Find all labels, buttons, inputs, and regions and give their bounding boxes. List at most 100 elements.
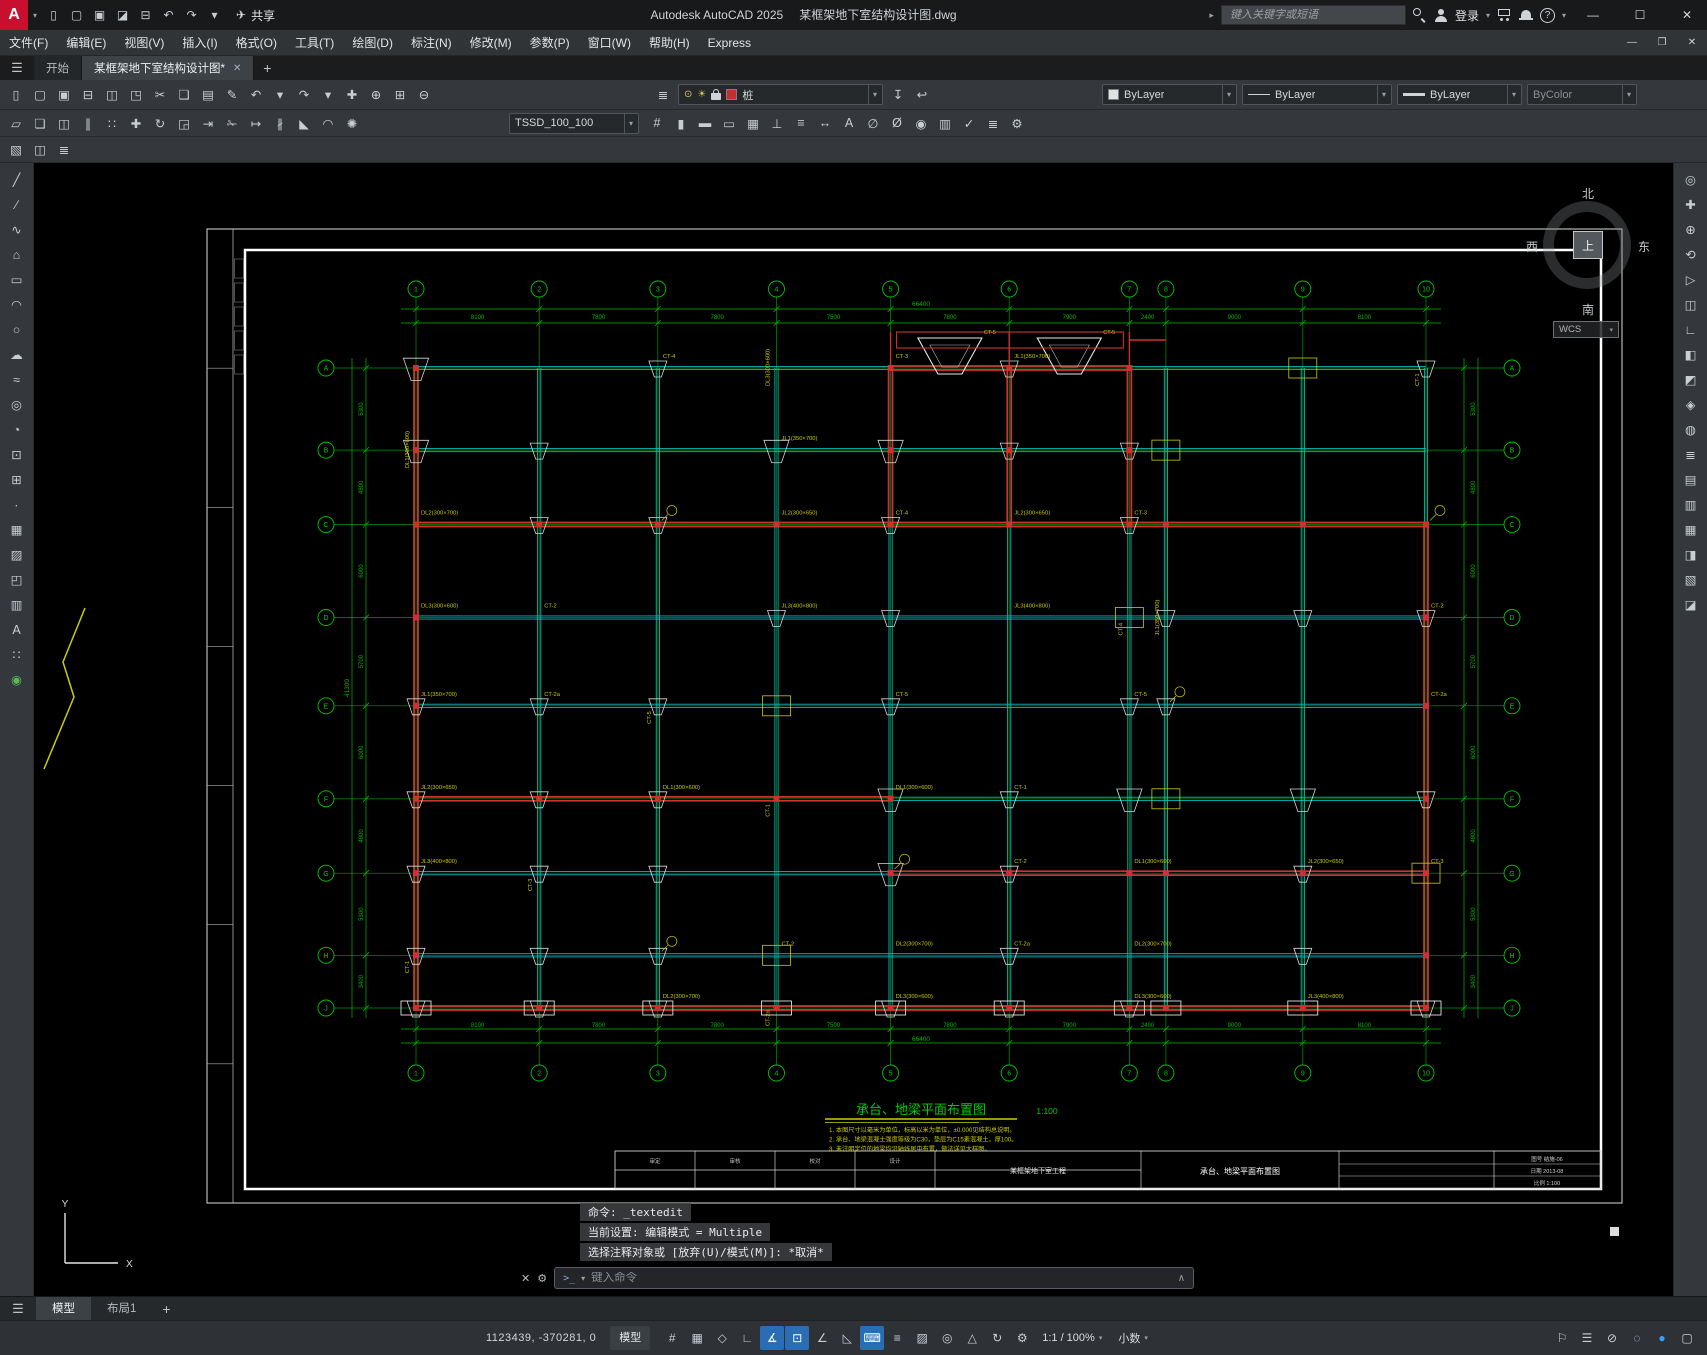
tssd-stair-tool-icon[interactable]: ≡: [789, 112, 813, 134]
menu-draw[interactable]: 绘图(D): [343, 30, 402, 56]
paste-icon[interactable]: ▤: [196, 84, 220, 106]
erase-icon[interactable]: ▱: [4, 112, 28, 134]
cart-icon[interactable]: [1497, 8, 1512, 22]
search-expand-icon[interactable]: ▸: [1209, 10, 1214, 21]
break-icon[interactable]: ∦: [268, 112, 292, 134]
render-panel-icon[interactable]: ◨: [1677, 542, 1705, 567]
mirror-icon[interactable]: ◫: [52, 112, 76, 134]
tssd-beam-tool-icon[interactable]: ▬: [693, 112, 717, 134]
command-customize-icon[interactable]: ⚙: [537, 1272, 547, 1285]
login-dropdown-icon[interactable]: ▾: [1486, 11, 1490, 20]
undo-dropdown-icon[interactable]: ▾: [268, 84, 292, 106]
full-navigation-wheel-icon[interactable]: ◎: [1677, 167, 1705, 192]
doc-close-button[interactable]: ✕: [1677, 30, 1707, 55]
save-file-icon[interactable]: ▣: [88, 4, 111, 26]
quick-properties-icon[interactable]: ☰: [1575, 1326, 1599, 1350]
plot-icon[interactable]: ⊟: [134, 4, 157, 26]
chevron-down-icon[interactable]: ▾: [1621, 85, 1631, 104]
tssd-detail-tool-icon[interactable]: ◉: [909, 112, 933, 134]
properties-panel-icon[interactable]: ▤: [1677, 467, 1705, 492]
offset-icon[interactable]: ∥: [76, 112, 100, 134]
rectangle-tool-icon[interactable]: ▭: [3, 267, 31, 292]
tssd-settings-tool-icon[interactable]: ⚙: [1005, 112, 1029, 134]
units-button[interactable]: 小数 ▾: [1110, 1330, 1156, 1346]
showmotion-icon[interactable]: ▷: [1677, 267, 1705, 292]
annotation-visibility-icon[interactable]: △: [960, 1326, 984, 1350]
explode-icon[interactable]: ✺: [340, 112, 364, 134]
qnew-icon[interactable]: ▯: [4, 84, 28, 106]
steering-wheel-icon[interactable]: ◍: [1677, 417, 1705, 442]
zoom-previous-icon[interactable]: ⊖: [412, 84, 436, 106]
array-icon[interactable]: ∷: [100, 112, 124, 134]
gradient-tool-icon[interactable]: ▨: [3, 542, 31, 567]
scale-icon[interactable]: ◲: [172, 112, 196, 134]
tssd-xref-icon[interactable]: ◫: [28, 139, 52, 161]
qat-dropdown-icon[interactable]: ▾: [203, 4, 226, 26]
menu-window[interactable]: 窗口(W): [579, 30, 640, 56]
navigation-compass[interactable]: 上 北 西 东 南 WCS ▾: [1526, 185, 1650, 343]
login-button[interactable]: 登录: [1455, 7, 1479, 24]
tssd-section-tool-icon[interactable]: Ø: [885, 112, 909, 134]
tssd-column-tool-icon[interactable]: ▮: [669, 112, 693, 134]
annotation-scale-button[interactable]: 1:1 / 100% ▾: [1034, 1332, 1110, 1344]
view-top-icon[interactable]: ◩: [1677, 367, 1705, 392]
make-object-layer-current-icon[interactable]: ↧: [886, 84, 910, 106]
share-button[interactable]: ✈ 共享: [236, 7, 275, 24]
compass-east-label[interactable]: 东: [1638, 238, 1650, 255]
ortho-mode-icon[interactable]: ∟: [735, 1326, 759, 1350]
line-tool-icon[interactable]: ╱: [3, 167, 31, 192]
tool-palettes-icon[interactable]: ▥: [1677, 492, 1705, 517]
wcs-dropdown[interactable]: WCS ▾: [1553, 321, 1619, 338]
tssd-foundation-tool-icon[interactable]: ⊥: [765, 112, 789, 134]
help-icon[interactable]: ?: [1539, 7, 1555, 23]
coordinates-display[interactable]: 1123439, -370281, 0: [486, 1332, 596, 1344]
menu-browser-icon[interactable]: ☰: [0, 56, 34, 80]
layer-lock-icon[interactable]: [711, 89, 722, 100]
app-menu-dropdown-icon[interactable]: ▾: [33, 11, 37, 20]
chevron-down-icon[interactable]: ▾: [1376, 85, 1386, 104]
compass-west-label[interactable]: 西: [1526, 238, 1538, 255]
save-icon[interactable]: ▣: [52, 84, 76, 106]
chamfer-icon[interactable]: ◣: [292, 112, 316, 134]
doc-minimize-button[interactable]: —: [1617, 30, 1647, 55]
extend-icon[interactable]: ↦: [244, 112, 268, 134]
model-space-button[interactable]: 模型: [610, 1326, 651, 1350]
open-file-icon[interactable]: ▢: [65, 4, 88, 26]
menu-file[interactable]: 文件(F): [0, 30, 57, 56]
copy-object-icon[interactable]: ❏: [28, 112, 52, 134]
minimize-button[interactable]: —: [1573, 0, 1613, 30]
hatch-tool-icon[interactable]: ▦: [3, 517, 31, 542]
match-properties-icon[interactable]: ✎: [220, 84, 244, 106]
doc-restore-button[interactable]: ❐: [1647, 30, 1677, 55]
open-icon[interactable]: ▢: [28, 84, 52, 106]
layer-previous-icon[interactable]: ↩: [910, 84, 934, 106]
publish-icon[interactable]: ◳: [124, 84, 148, 106]
redo-icon[interactable]: ↷: [292, 84, 316, 106]
menu-express[interactable]: Express: [699, 30, 760, 56]
plot-icon[interactable]: ⊟: [76, 84, 100, 106]
tab-start[interactable]: 开始: [34, 56, 82, 80]
command-input-field[interactable]: >_ ▾ ∧: [554, 1267, 1195, 1289]
insert-block-tool-icon[interactable]: ⊡: [3, 442, 31, 467]
menu-parametric[interactable]: 参数(P): [521, 30, 579, 56]
command-history-toggle-icon[interactable]: ∧: [1178, 1273, 1185, 1284]
compass-north-label[interactable]: 北: [1529, 185, 1647, 202]
help-dropdown-icon[interactable]: ▾: [1562, 11, 1566, 20]
view-3d-icon[interactable]: ◈: [1677, 392, 1705, 417]
copy-icon[interactable]: ❏: [172, 84, 196, 106]
new-file-icon[interactable]: ▯: [42, 4, 65, 26]
compass-top-face[interactable]: 上: [1573, 231, 1603, 259]
menu-dimension[interactable]: 标注(N): [402, 30, 461, 56]
tssd-table-tool-icon[interactable]: ▥: [933, 112, 957, 134]
stretch-icon[interactable]: ⇥: [196, 112, 220, 134]
clean-screen-icon[interactable]: ▢: [1675, 1326, 1699, 1350]
menu-format[interactable]: 格式(O): [227, 30, 286, 56]
close-button[interactable]: ✕: [1667, 0, 1707, 30]
spline-tool-icon[interactable]: ≈: [3, 367, 31, 392]
move-icon[interactable]: ✚: [124, 112, 148, 134]
layers-panel-icon[interactable]: ≣: [1677, 442, 1705, 467]
sheet-set-manager-icon[interactable]: ▦: [1677, 517, 1705, 542]
tssd-wall-tool-icon[interactable]: ▭: [717, 112, 741, 134]
tssd-dimension-tool-icon[interactable]: ↔: [813, 112, 837, 134]
orbit-icon[interactable]: ⟲: [1677, 242, 1705, 267]
